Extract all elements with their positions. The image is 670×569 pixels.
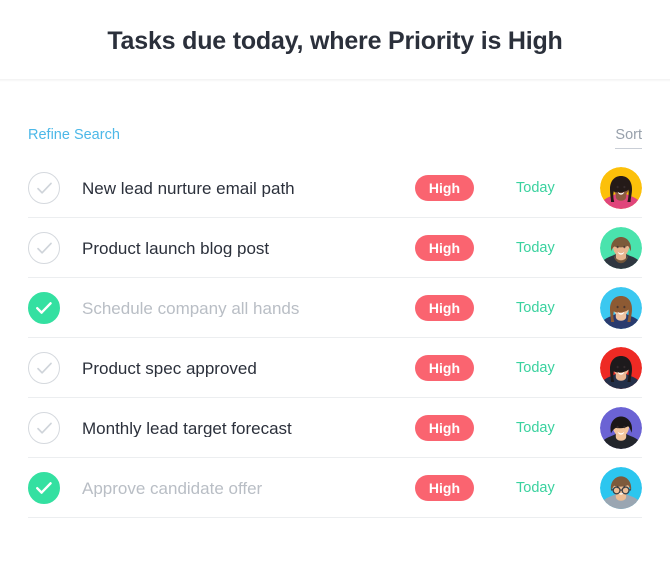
- task-row[interactable]: Product spec approved High Today: [28, 338, 642, 398]
- priority-badge[interactable]: High: [414, 415, 474, 441]
- sort-control[interactable]: Sort: [615, 128, 642, 149]
- priority-badge[interactable]: High: [414, 295, 474, 321]
- assignee-avatar[interactable]: [600, 407, 642, 449]
- priority-badge[interactable]: High: [414, 235, 474, 261]
- card-header: Tasks due today, where Priority is High: [0, 0, 670, 82]
- assignee-avatar[interactable]: [600, 227, 642, 269]
- due-date-label: Today: [516, 359, 555, 376]
- task-title: New lead nurture email path: [82, 179, 295, 197]
- due-date-label: Today: [516, 479, 555, 496]
- due-date-label: Today: [516, 239, 555, 256]
- card-body: Refine Search Sort New lead nurture emai…: [0, 82, 670, 569]
- task-row[interactable]: Product launch blog post High Today: [28, 218, 642, 278]
- assignee-avatar[interactable]: [600, 287, 642, 329]
- task-title: Product spec approved: [82, 359, 257, 377]
- circle-check-filled-icon[interactable]: [28, 292, 60, 324]
- task-title: Schedule company all hands: [82, 299, 300, 317]
- circle-check-outline-icon[interactable]: [28, 352, 60, 384]
- task-list-card: Tasks due today, where Priority is High …: [0, 0, 670, 569]
- assignee-avatar[interactable]: [600, 167, 642, 209]
- due-date-label: Today: [516, 419, 555, 436]
- circle-check-filled-icon[interactable]: [28, 472, 60, 504]
- assignee-avatar[interactable]: [600, 347, 642, 389]
- task-title: Product launch blog post: [82, 239, 270, 257]
- task-row[interactable]: Schedule company all hands High Today: [28, 278, 642, 338]
- task-row[interactable]: Approve candidate offer High Today: [28, 458, 642, 518]
- page-title: Tasks due today, where Priority is High: [107, 26, 563, 55]
- circle-check-outline-icon[interactable]: [28, 172, 60, 204]
- due-date-label: Today: [516, 179, 555, 196]
- sort-underline: [615, 147, 642, 149]
- due-date-label: Today: [516, 299, 555, 316]
- task-row[interactable]: New lead nurture email path High Today: [28, 158, 642, 218]
- refine-search-link[interactable]: Refine Search: [28, 128, 120, 143]
- circle-check-outline-icon[interactable]: [28, 232, 60, 264]
- task-title: Approve candidate offer: [82, 479, 263, 497]
- priority-badge[interactable]: High: [414, 355, 474, 381]
- task-row[interactable]: Monthly lead target forecast High Today: [28, 398, 642, 458]
- assignee-avatar[interactable]: [600, 467, 642, 509]
- list-toolbar: Refine Search Sort: [0, 82, 670, 158]
- circle-check-outline-icon[interactable]: [28, 412, 60, 444]
- priority-badge[interactable]: High: [414, 475, 474, 501]
- task-title: Monthly lead target forecast: [82, 419, 292, 437]
- sort-label: Sort: [615, 127, 642, 143]
- priority-badge[interactable]: High: [414, 175, 474, 201]
- task-list: New lead nurture email path High Today Prod…: [0, 158, 670, 518]
